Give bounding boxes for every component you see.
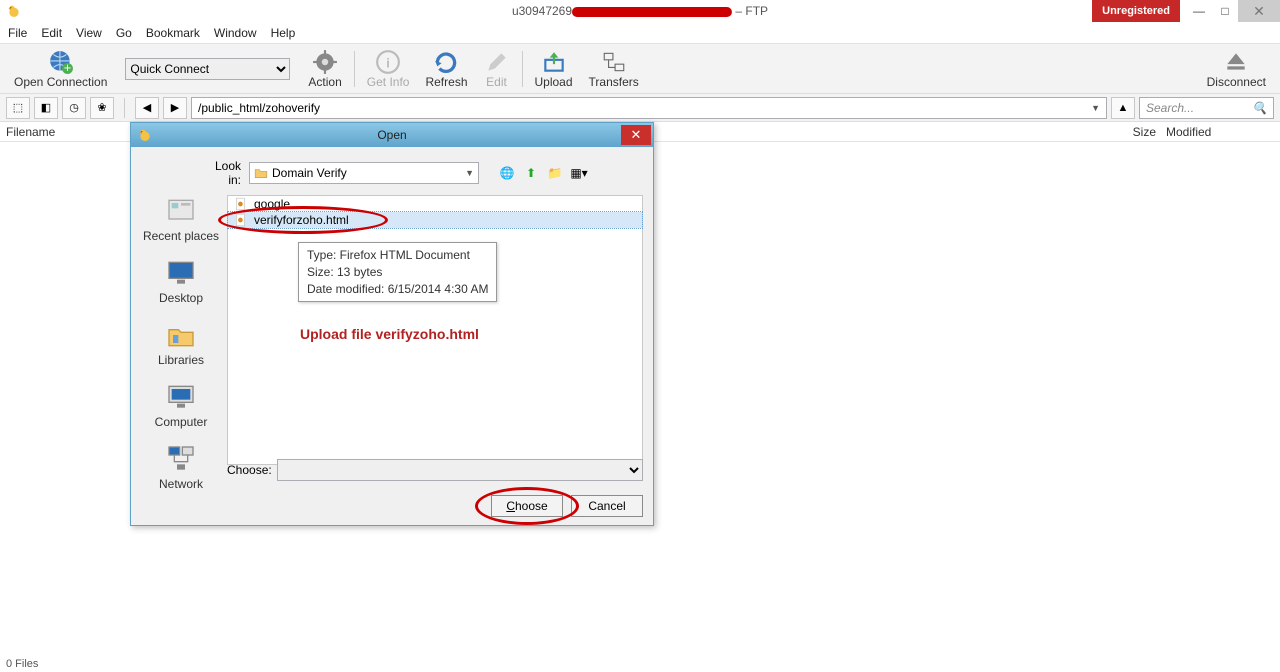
- file-row-selected[interactable]: verifyforzoho.html: [228, 212, 642, 228]
- refresh-button[interactable]: Refresh: [417, 49, 475, 89]
- place-recent[interactable]: Recent places: [143, 195, 219, 243]
- menu-file[interactable]: File: [8, 26, 27, 40]
- nav-up-button[interactable]: ▲: [1111, 97, 1135, 119]
- cancel-button[interactable]: Cancel: [571, 495, 643, 517]
- maximize-button[interactable]: □: [1212, 0, 1238, 22]
- view-menu-icon[interactable]: ▦▾: [571, 165, 587, 181]
- annotation-text: Upload file verifyzoho.html: [300, 326, 479, 342]
- menu-go[interactable]: Go: [116, 26, 132, 40]
- quick-connect-dropdown[interactable]: Quick Connect: [125, 58, 290, 80]
- column-size[interactable]: Size: [1106, 125, 1156, 139]
- dialog-icon: [137, 127, 153, 143]
- dialog-title: Open: [377, 128, 406, 142]
- menu-help[interactable]: Help: [271, 26, 296, 40]
- path-bar: ⬚ ◧ ◷ ❀ ◀ ▶ /public_html/zohoverify ▼ ▲ …: [0, 94, 1280, 122]
- search-icon: 🔍: [1252, 101, 1267, 115]
- open-connection-button[interactable]: + Open Connection: [6, 49, 115, 89]
- redacted-text: [572, 7, 732, 17]
- place-computer[interactable]: Computer: [155, 381, 208, 429]
- gear-icon: [312, 49, 338, 75]
- choose-label: Choose:: [227, 463, 267, 477]
- window-title: u30947269 – FTP: [512, 4, 768, 18]
- edit-button[interactable]: Edit: [476, 49, 518, 89]
- menu-view[interactable]: View: [76, 26, 102, 40]
- open-dialog: Open ✕ Look in: Domain Verify ▼ 🌐 ⬆ 📁 ▦▾…: [130, 122, 654, 526]
- transfers-button[interactable]: Transfers: [581, 49, 647, 89]
- path-field[interactable]: /public_html/zohoverify ▼: [191, 97, 1107, 119]
- file-row[interactable]: google...: [228, 196, 642, 212]
- close-button[interactable]: ✕: [1238, 0, 1280, 22]
- unregistered-badge[interactable]: Unregistered: [1092, 0, 1180, 22]
- transfers-icon: [601, 49, 627, 75]
- menu-bar: File Edit View Go Bookmark Window Help: [0, 22, 1280, 44]
- new-folder-icon[interactable]: 📁: [547, 165, 563, 181]
- window-titlebar: u30947269 – FTP Unregistered — □ ✕: [0, 0, 1280, 22]
- app-icon: [6, 3, 22, 19]
- look-in-dropdown[interactable]: Domain Verify ▼: [249, 162, 479, 184]
- globe-icon: +: [48, 49, 74, 75]
- nav-back-button[interactable]: ◀: [135, 97, 159, 119]
- place-desktop[interactable]: Desktop: [159, 257, 203, 305]
- upload-icon: [541, 49, 567, 75]
- disconnect-button[interactable]: Disconnect: [1199, 49, 1274, 89]
- places-sidebar: Recent places Desktop Libraries Computer…: [141, 195, 221, 491]
- choose-filename-field[interactable]: [277, 459, 643, 481]
- get-info-button[interactable]: i Get Info: [359, 49, 418, 89]
- up-level-icon[interactable]: ⬆: [523, 165, 539, 181]
- place-libraries[interactable]: Libraries: [158, 319, 204, 367]
- menu-bookmark[interactable]: Bookmark: [146, 26, 200, 40]
- html-file-icon: [234, 197, 248, 211]
- eject-icon: [1223, 49, 1249, 75]
- dialog-close-button[interactable]: ✕: [621, 125, 651, 145]
- go-last-icon[interactable]: 🌐: [499, 165, 515, 181]
- html-file-icon: [234, 213, 248, 227]
- look-in-label: Look in:: [201, 159, 241, 187]
- refresh-icon: [433, 49, 459, 75]
- main-toolbar: + Open Connection Quick Connect Action i…: [0, 44, 1280, 94]
- action-button[interactable]: Action: [300, 49, 349, 89]
- pencil-icon: [484, 49, 510, 75]
- search-field[interactable]: Search... 🔍: [1139, 97, 1274, 119]
- bookmarks-button[interactable]: ◧: [34, 97, 58, 119]
- place-network[interactable]: Network: [159, 443, 203, 491]
- nav-forward-button[interactable]: ▶: [163, 97, 187, 119]
- folder-icon: [254, 166, 268, 180]
- menu-edit[interactable]: Edit: [41, 26, 62, 40]
- column-modified[interactable]: Modified: [1156, 125, 1211, 139]
- svg-text:+: +: [63, 59, 71, 74]
- history-button[interactable]: ◷: [62, 97, 86, 119]
- file-list-pane: google... verifyforzoho.html Type: Firef…: [227, 195, 643, 465]
- status-bar: 0 Files: [6, 658, 38, 670]
- choose-button[interactable]: Choose: [491, 495, 563, 517]
- svg-text:i: i: [386, 55, 390, 70]
- file-tooltip: Type: Firefox HTML Document Size: 13 byt…: [298, 242, 497, 302]
- dialog-titlebar: Open ✕: [131, 123, 653, 147]
- info-icon: i: [375, 49, 401, 75]
- bonjour-button[interactable]: ❀: [90, 97, 114, 119]
- minimize-button[interactable]: —: [1186, 0, 1212, 22]
- toggle-drawer-button[interactable]: ⬚: [6, 97, 30, 119]
- menu-window[interactable]: Window: [214, 26, 257, 40]
- upload-button[interactable]: Upload: [527, 49, 581, 89]
